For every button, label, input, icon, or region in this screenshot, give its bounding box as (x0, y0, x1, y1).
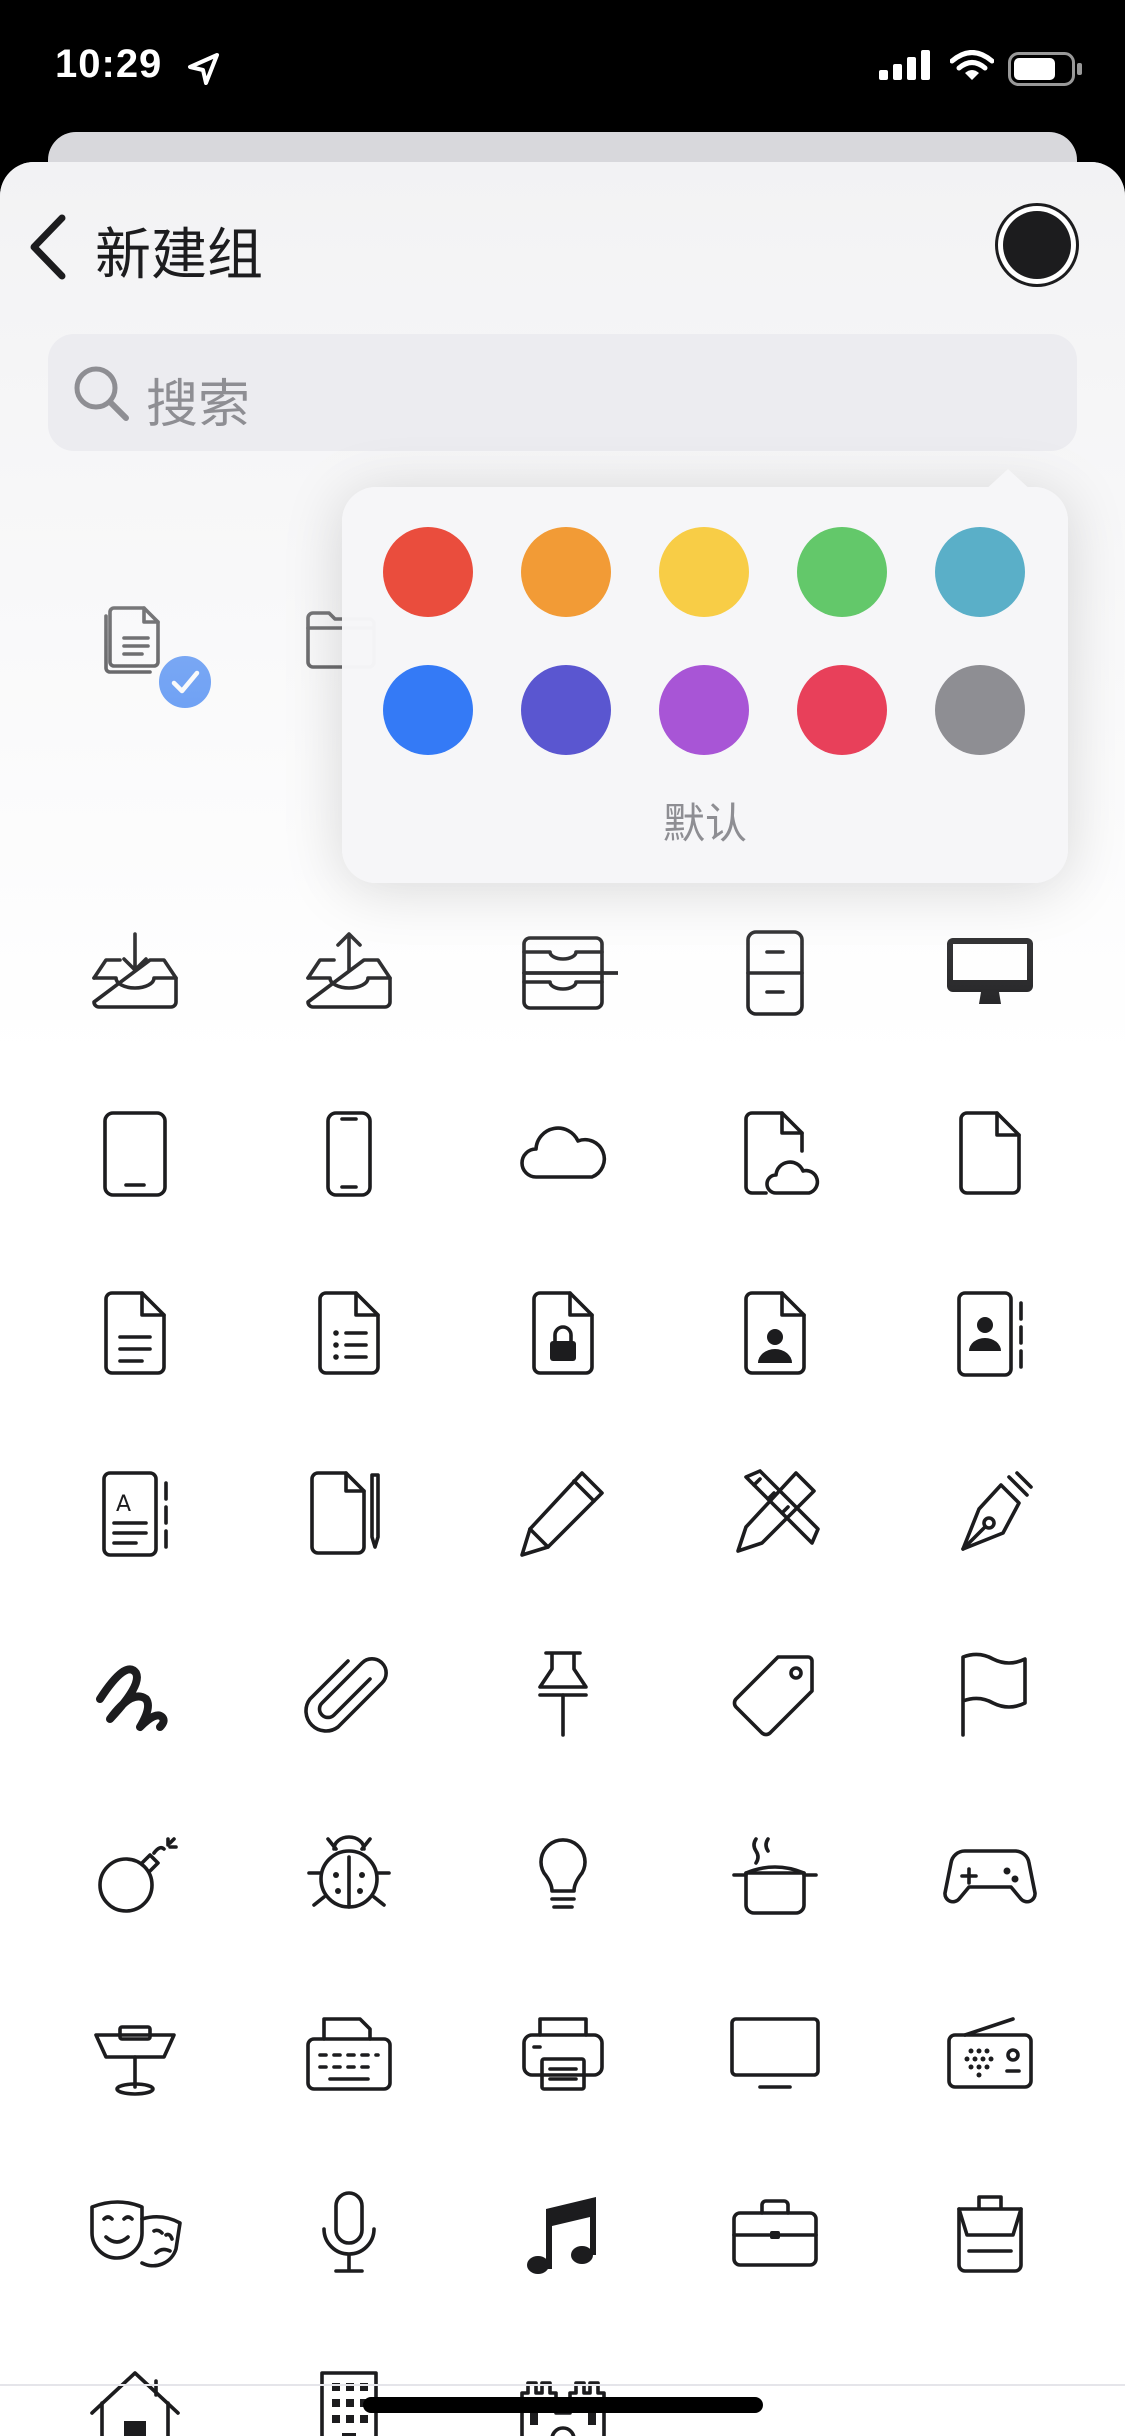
keynote-lectern-icon[interactable] (80, 1999, 190, 2109)
flag-icon[interactable] (935, 1639, 1045, 1749)
color-swatch-1[interactable] (383, 527, 473, 617)
color-swatch-2[interactable] (521, 527, 611, 617)
search-field[interactable]: 搜索 (48, 334, 1077, 451)
cellular-signal-icon (879, 50, 930, 80)
color-picker-button[interactable] (1003, 211, 1071, 279)
cloud-icon[interactable] (508, 1099, 618, 1209)
pin-icon[interactable] (508, 1639, 618, 1749)
bomb-icon[interactable] (80, 1819, 190, 1929)
archive-drawers-icon[interactable] (508, 918, 618, 1028)
backpack-icon[interactable] (935, 2179, 1045, 2289)
briefcase-icon[interactable] (720, 2179, 830, 2289)
color-swatch-8[interactable] (659, 665, 749, 755)
tag-icon[interactable] (720, 1639, 830, 1749)
desktop-icon[interactable] (935, 918, 1045, 1028)
ladybug-icon[interactable] (294, 1819, 404, 1929)
paperclip-icon[interactable] (294, 1639, 404, 1749)
microphone-icon[interactable] (294, 2179, 404, 2289)
color-swatch-9[interactable] (797, 665, 887, 755)
doc-person-icon[interactable] (720, 1279, 830, 1389)
printer-icon[interactable] (508, 1999, 618, 2109)
color-swatch-5[interactable] (935, 527, 1025, 617)
doc-text-icon[interactable] (80, 1279, 190, 1389)
tray-download-icon[interactable] (80, 918, 190, 1028)
file-cabinet-icon[interactable] (720, 918, 830, 1028)
color-popover: 默认 (342, 469, 1068, 883)
svg-text:A: A (116, 1492, 131, 1517)
wifi-icon (950, 50, 994, 80)
bottom-divider (0, 2384, 1125, 2386)
back-chevron-icon[interactable] (24, 212, 74, 282)
text-book-icon[interactable]: A (80, 1459, 190, 1569)
pencil-icon[interactable] (508, 1459, 618, 1569)
popover-arrow (984, 469, 1032, 491)
page-title: 新建组 (95, 223, 263, 288)
status-time: 10:29 (55, 42, 163, 86)
theater-masks-icon[interactable] (80, 2179, 190, 2289)
color-swatch-4[interactable] (797, 527, 887, 617)
typewriter-icon[interactable] (294, 1999, 404, 2109)
new-group-sheet: A 新建组 搜索 默认 (0, 162, 1125, 2436)
fountain-pen-icon[interactable] (935, 1459, 1045, 1569)
tablet-icon[interactable] (80, 1099, 190, 1209)
search-placeholder: 搜索 (146, 375, 251, 435)
color-swatch-10[interactable] (935, 665, 1025, 755)
doc-icon[interactable] (935, 1099, 1045, 1209)
location-arrow-icon (188, 53, 219, 85)
color-swatch-7[interactable] (521, 665, 611, 755)
scribble-icon[interactable] (80, 1639, 190, 1749)
selected-check-icon (155, 652, 215, 712)
music-note-icon[interactable] (508, 2179, 618, 2289)
doc-pencil-icon[interactable] (294, 1459, 404, 1569)
doc-list-icon[interactable] (294, 1279, 404, 1389)
contact-book-icon[interactable] (935, 1279, 1045, 1389)
cooking-pot-icon[interactable] (720, 1819, 830, 1929)
phone-icon[interactable] (294, 1099, 404, 1209)
battery-icon (1008, 52, 1082, 86)
color-swatch-6[interactable] (383, 665, 473, 755)
home-indicator (363, 2397, 763, 2413)
color-swatch-3[interactable] (659, 527, 749, 617)
doc-cloud-icon[interactable] (720, 1099, 830, 1209)
pencil-ruler-icon[interactable] (720, 1459, 830, 1569)
search-icon (74, 366, 129, 421)
radio-icon[interactable] (935, 1999, 1045, 2109)
doc-lock-icon[interactable] (508, 1279, 618, 1389)
house-icon[interactable] (80, 2359, 190, 2436)
monitor-icon[interactable] (720, 1999, 830, 2109)
gamecontroller-icon[interactable] (935, 1819, 1045, 1929)
lightbulb-icon[interactable] (508, 1819, 618, 1929)
default-color-button[interactable]: 默认 (342, 790, 1068, 851)
tray-upload-icon[interactable] (294, 918, 404, 1028)
